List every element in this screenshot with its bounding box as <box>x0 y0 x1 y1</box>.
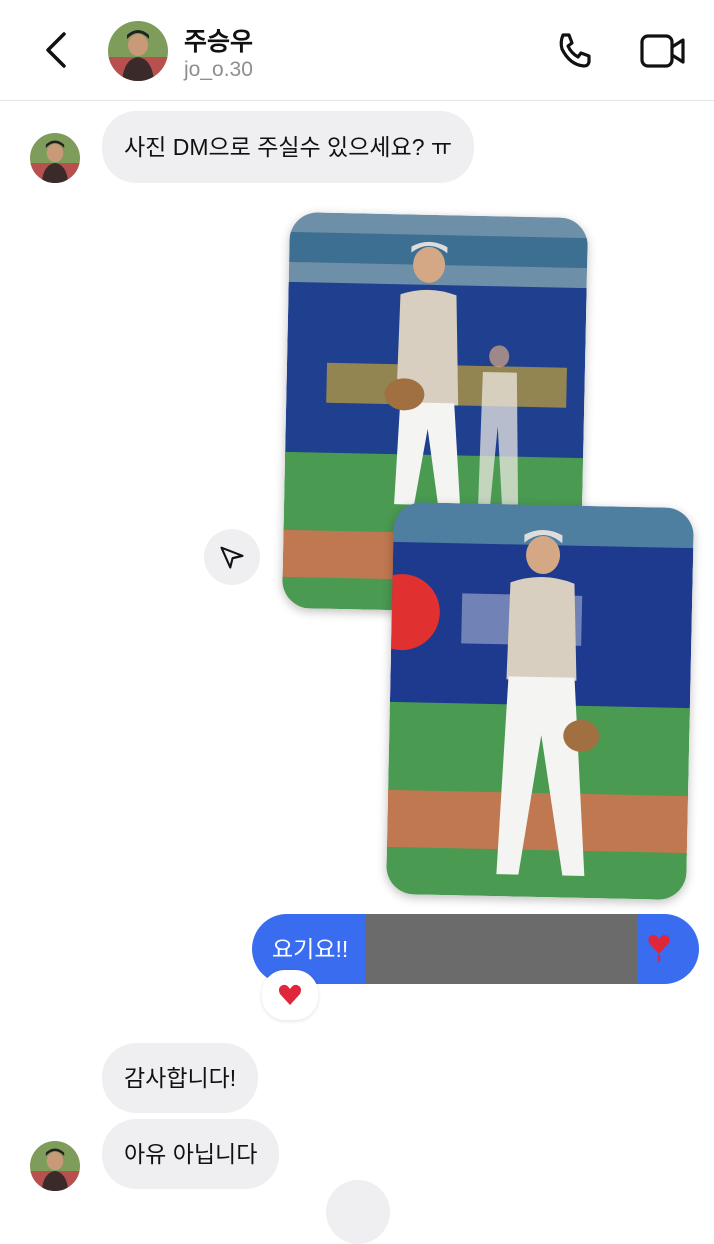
share-button[interactable] <box>204 529 260 585</box>
heart-icon <box>646 932 672 963</box>
redaction-block <box>365 914 637 984</box>
message-text: 요기요!! <box>272 936 349 962</box>
shared-photo[interactable] <box>385 501 695 901</box>
phone-icon[interactable] <box>552 28 600 76</box>
heart-icon <box>279 984 301 1005</box>
message-bubble-incoming[interactable]: 아유 아닙니다 <box>102 1119 280 1189</box>
contact-handle[interactable]: jo_o.30 <box>184 58 253 82</box>
chat-header: 주승우 jo_o.30 <box>0 0 714 101</box>
video-camera-icon[interactable] <box>638 28 688 76</box>
back-chevron-icon[interactable] <box>38 28 78 72</box>
sender-avatar[interactable] <box>30 1141 80 1191</box>
reaction-heart[interactable] <box>262 970 318 1020</box>
sender-avatar[interactable] <box>30 133 80 183</box>
message-bubble-incoming[interactable]: 사진 DM으로 주실수 있으세요? ㅠ <box>102 111 475 183</box>
contact-name[interactable]: 주승우 <box>184 22 253 58</box>
message-bubble-incoming[interactable]: 감사합니다! <box>102 1043 259 1113</box>
partial-element <box>326 1180 390 1244</box>
contact-avatar[interactable] <box>108 21 168 81</box>
